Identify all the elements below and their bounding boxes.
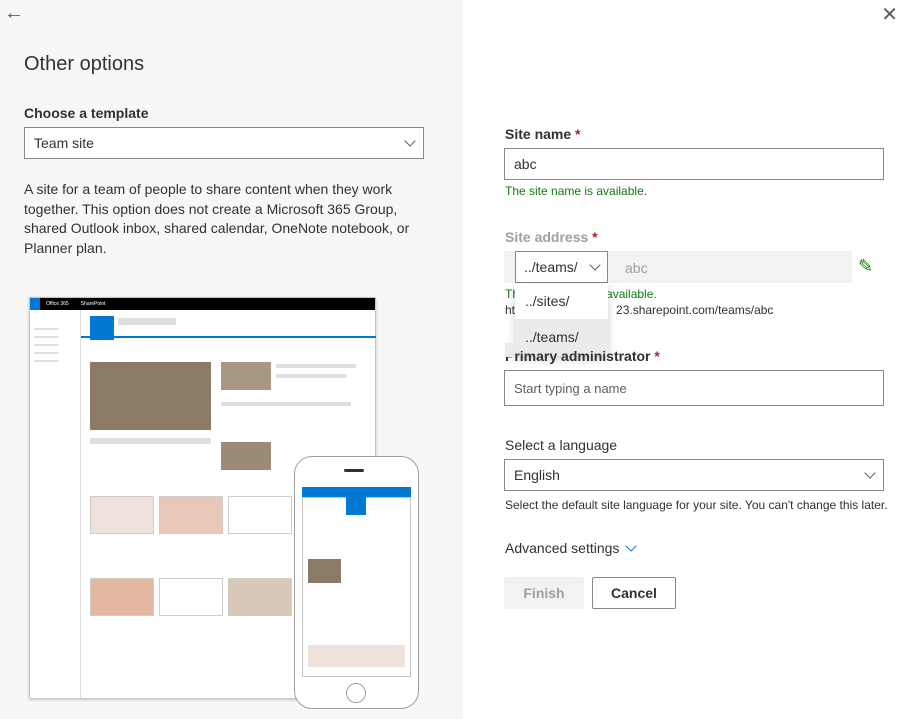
site-name-input[interactable]: abc (504, 148, 884, 180)
back-arrow-icon[interactable]: ← (4, 2, 24, 25)
site-name-status: The site name is available. (505, 184, 648, 198)
chevron-down-icon (589, 259, 601, 271)
chevron-down-icon (404, 135, 416, 147)
finish-button[interactable]: Finish (504, 577, 584, 609)
chevron-down-icon (864, 467, 876, 479)
language-help: Select the default site language for you… (505, 498, 888, 512)
prefix-option-sites[interactable]: ../sites/ (515, 284, 608, 319)
preview-brand: Office 365 (46, 301, 69, 307)
preview-suite-bar: Office 365 SharePoint (30, 298, 375, 310)
advanced-settings-toggle[interactable]: Advanced settings (505, 540, 638, 556)
site-name-value: abc (514, 156, 537, 172)
template-dropdown[interactable]: Team site (24, 127, 424, 159)
site-address-value: abc (625, 260, 648, 276)
language-label: Select a language (505, 437, 618, 453)
chevron-down-icon (625, 540, 638, 552)
admin-placeholder: Start typing a name (514, 380, 627, 396)
site-address-label: Site address * (505, 229, 598, 245)
address-prefix-value: ../teams/ (524, 259, 578, 275)
advanced-settings-label: Advanced settings (505, 540, 620, 556)
cancel-button[interactable]: Cancel (592, 577, 676, 609)
template-value: Team site (34, 135, 94, 151)
address-prefix-menu: ../sites/ ../teams/ (515, 284, 608, 356)
prefix-option-teams[interactable]: ../teams/ (515, 319, 608, 356)
close-icon[interactable]: ✕ (881, 2, 898, 27)
template-description: A site for a team of people to share con… (24, 181, 410, 256)
address-prefix-dropdown[interactable]: ../teams/ (515, 251, 608, 283)
language-dropdown[interactable]: English (504, 459, 884, 491)
pencil-edit-icon[interactable]: ✎ (858, 256, 873, 277)
admin-input[interactable]: Start typing a name (504, 370, 884, 406)
panel-title: Other options (24, 53, 145, 75)
site-name-label: Site name * (505, 126, 581, 142)
phone-preview-image (294, 456, 419, 709)
template-label: Choose a template (24, 105, 149, 121)
language-value: English (514, 467, 560, 483)
preview-app: SharePoint (80, 301, 106, 307)
